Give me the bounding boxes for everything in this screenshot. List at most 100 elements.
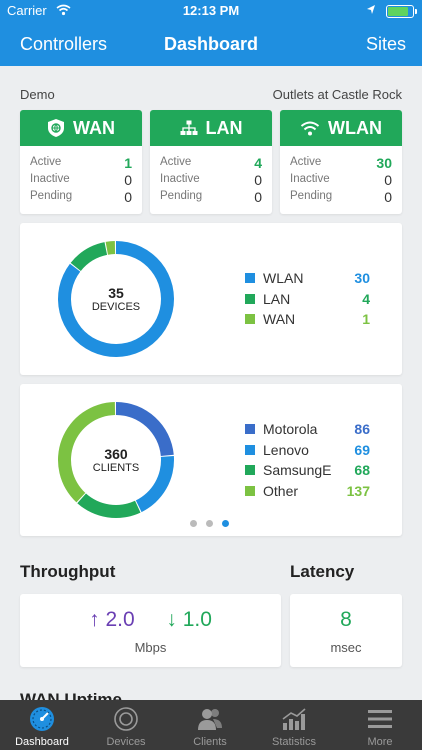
legend-value: 4: [362, 290, 370, 307]
latency-card[interactable]: 8 msec: [290, 594, 402, 667]
lan-card-header: LAN: [150, 110, 272, 146]
lan-pending-row: Pending 0: [150, 189, 272, 207]
legend-label: SamsungE: [263, 462, 332, 478]
wlan-active-row: Active 30: [280, 155, 402, 173]
statistics-icon: [282, 708, 306, 730]
pending-label: Pending: [290, 190, 333, 202]
pending-label: Pending: [30, 190, 73, 202]
legend-label: WLAN: [263, 270, 304, 286]
status-bar: Carrier 12:13 PM: [0, 0, 422, 22]
active-label: Active: [160, 156, 192, 168]
active-count: 1: [124, 155, 132, 171]
pending-label: Pending: [160, 190, 203, 202]
nav-bar: Controllers Dashboard Sites: [0, 22, 422, 66]
clients-label: CLIENTS: [92, 462, 140, 474]
wan-inactive-row: Inactive 0: [20, 172, 142, 190]
site-name: Demo: [20, 87, 55, 102]
active-label: Active: [30, 156, 62, 168]
pending-count: 0: [384, 189, 392, 205]
inactive-label: Inactive: [290, 173, 330, 185]
wan-card-header: WAN: [20, 110, 142, 146]
legend-swatch: [245, 424, 255, 434]
devices-center: 35 DEVICES: [54, 285, 178, 313]
legend-label: WAN: [263, 311, 296, 327]
battery-icon: [386, 5, 417, 18]
download-arrow-icon: ↓: [166, 608, 177, 631]
clock: 12:13 PM: [182, 3, 240, 18]
legend-value: 1: [362, 311, 370, 327]
location-arrow-icon: [367, 5, 375, 14]
tab-devices[interactable]: Devices: [84, 700, 168, 750]
devices-total: 35: [108, 285, 124, 301]
pending-count: 0: [124, 189, 132, 205]
lan-active-row: Active 4: [150, 155, 272, 173]
tab-label: Dashboard: [15, 736, 69, 748]
tab-more[interactable]: More: [338, 700, 422, 750]
pending-count: 0: [254, 189, 262, 205]
wan-card[interactable]: WAN Active 1 Inactive 0 Pending 0: [20, 110, 142, 214]
sites-button[interactable]: Sites: [366, 34, 406, 55]
site-location: Outlets at Castle Rock: [272, 87, 402, 102]
inactive-label: Inactive: [160, 173, 200, 185]
throughput-card[interactable]: ↑ 2.0 ↓ 1.0 Mbps: [20, 594, 281, 667]
devices-slice-lan: [70, 242, 108, 271]
devices-panel[interactable]: 35 DEVICES WLAN 30 LAN 4 WAN 1: [20, 223, 402, 375]
wan-card-title: WAN: [73, 117, 115, 138]
legend-swatch: [245, 293, 255, 304]
legend-swatch: [245, 485, 255, 496]
page-dot[interactable]: [190, 520, 197, 527]
legend-label: Lenovo: [263, 441, 309, 458]
clients-icon: [198, 709, 222, 730]
legend-value: 86: [354, 421, 370, 437]
legend-swatch: [245, 465, 255, 475]
wlan-card[interactable]: WLAN Active 30 Inactive 0 Pending 0: [280, 110, 402, 214]
clients-total: 360: [104, 446, 128, 462]
throughput-unit: Mbps: [134, 640, 167, 655]
devices-icon: [114, 707, 138, 731]
clients-slice-samsunge: [77, 493, 141, 518]
legend-label: LAN: [263, 290, 291, 307]
upload-value: 2.0: [105, 608, 135, 631]
tab-statistics[interactable]: Statistics: [252, 700, 336, 750]
wlan-card-title: WLAN: [328, 117, 382, 138]
tab-label: Clients: [193, 736, 227, 748]
wifi-icon: [300, 121, 320, 135]
page-dot-active[interactable]: [222, 520, 229, 527]
inactive-label: Inactive: [30, 173, 70, 185]
legend-label: Motorola: [263, 421, 318, 437]
throughput-title: Throughput: [20, 562, 116, 581]
latency-unit: msec: [330, 640, 362, 655]
tab-dashboard[interactable]: Dashboard: [0, 700, 84, 750]
wlan-pending-row: Pending 0: [280, 189, 402, 207]
active-label: Active: [290, 156, 322, 168]
wlan-card-header: WLAN: [280, 110, 402, 146]
inactive-count: 0: [124, 172, 132, 188]
devices-label: DEVICES: [91, 301, 141, 313]
clients-panel[interactable]: 360 CLIENTS Motorola 86 Lenovo 69 SamsungE…: [20, 384, 402, 536]
legend-value: 30: [354, 270, 370, 286]
clients-center: 360 CLIENTS: [54, 446, 178, 474]
devices-slice-wan: [105, 241, 116, 255]
tab-label: More: [367, 736, 393, 748]
legend-swatch: [245, 273, 255, 283]
site-header: Demo Outlets at Castle Rock: [20, 87, 402, 102]
page-dot[interactable]: [206, 520, 213, 527]
network-tree-icon: [180, 120, 197, 135]
legend-value: 137: [346, 482, 370, 499]
menu-icon: [368, 710, 392, 728]
latency-title: Latency: [290, 562, 355, 581]
legend-swatch: [245, 444, 255, 455]
page-title: Dashboard: [163, 34, 259, 54]
tab-clients[interactable]: Clients: [168, 700, 252, 750]
wan-active-row: Active 1: [20, 155, 142, 173]
gauge-icon: [30, 707, 54, 731]
page-indicator[interactable]: [190, 514, 238, 532]
wlan-inactive-row: Inactive 0: [280, 172, 402, 190]
legend-value: 68: [354, 462, 370, 478]
download-value: 1.0: [182, 608, 212, 631]
legend-swatch: [245, 314, 255, 324]
tab-bar: Dashboard Devices Clients Statistics Mor…: [0, 700, 422, 750]
latency-value: 8: [340, 608, 352, 631]
lan-card-title: LAN: [205, 117, 243, 138]
lan-card[interactable]: LAN Active 4 Inactive 0 Pending 0: [150, 110, 272, 214]
